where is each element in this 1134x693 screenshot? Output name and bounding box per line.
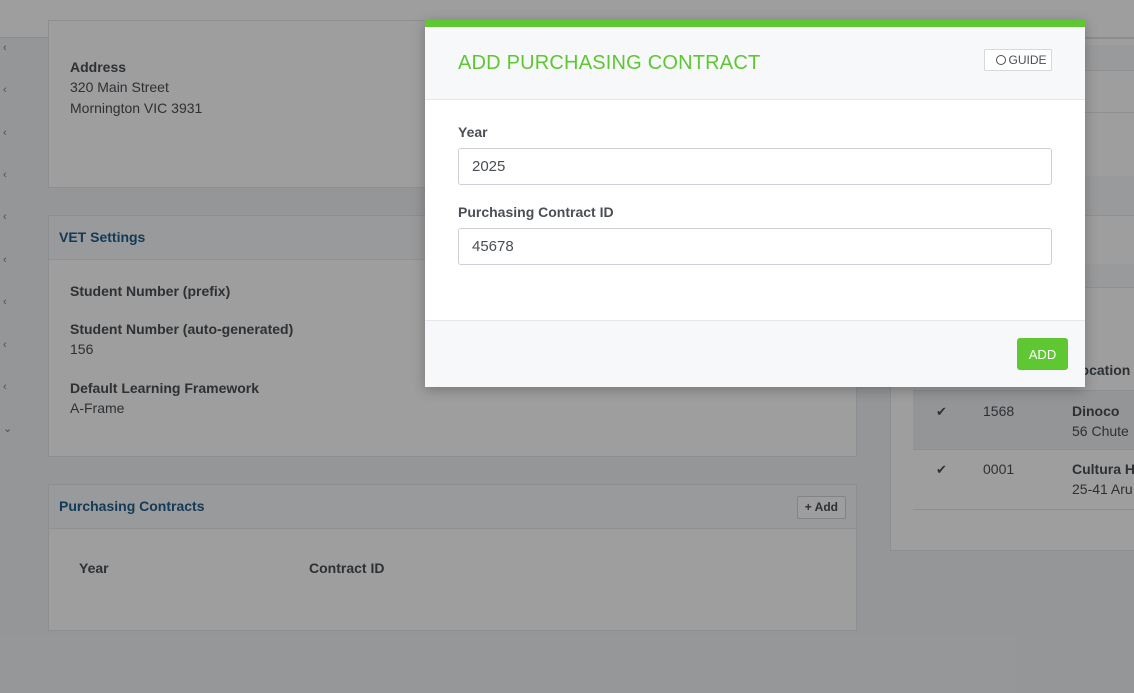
year-input[interactable]	[458, 148, 1052, 185]
circle-icon	[996, 55, 1007, 65]
guide-button[interactable]: GUIDE	[984, 49, 1052, 71]
modal-footer: ADD	[425, 320, 1085, 387]
contract-id-input[interactable]	[458, 228, 1052, 265]
modal-header: ADD PURCHASING CONTRACT GUIDE	[425, 27, 1085, 100]
modal-title: ADD PURCHASING CONTRACT	[458, 52, 761, 74]
contract-id-label: Purchasing Contract ID	[458, 204, 614, 220]
add-button[interactable]: ADD	[1017, 338, 1068, 370]
guide-label: GUIDE	[1008, 53, 1047, 67]
add-purchasing-contract-modal: ADD PURCHASING CONTRACT GUIDE Year Purch…	[425, 20, 1085, 387]
year-label: Year	[458, 124, 488, 140]
